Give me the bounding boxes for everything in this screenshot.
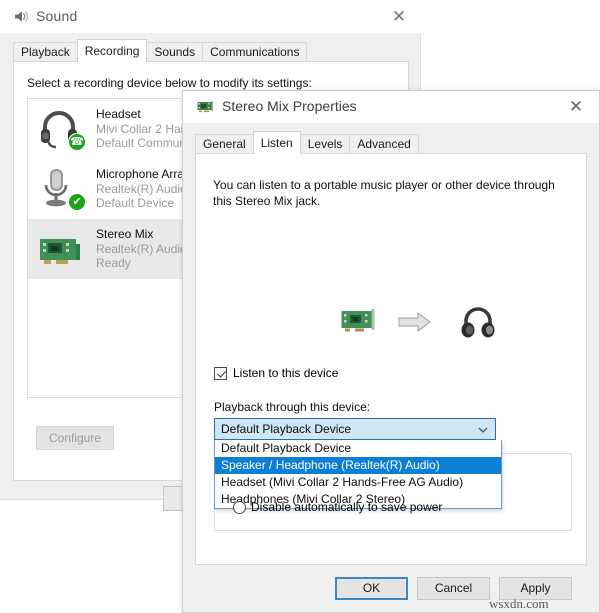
device-name: Microphone Array bbox=[96, 167, 191, 182]
panel-instruction-label: Select a recording device below to modif… bbox=[27, 76, 312, 90]
dropdown-option-speaker-headphone[interactable]: Speaker / Headphone (Realtek(R) Audio) bbox=[215, 457, 501, 474]
watermark: wsxdn.com bbox=[489, 596, 549, 611]
device-info: Stereo Mix Realtek(R) Audio Ready bbox=[96, 227, 187, 271]
tab-playback[interactable]: Playback bbox=[13, 42, 78, 62]
speaker-icon bbox=[12, 8, 29, 25]
disable-automatically-radio[interactable]: Disable automatically to save power bbox=[233, 500, 442, 514]
device-info: Microphone Array Realtek(R) Audio Defaul… bbox=[96, 167, 190, 211]
signal-flow-graphic bbox=[213, 299, 571, 349]
tab-sounds[interactable]: Sounds bbox=[146, 42, 204, 62]
tab-listen[interactable]: Listen bbox=[252, 131, 301, 154]
cancel-button[interactable]: Cancel bbox=[417, 577, 490, 600]
radio-button[interactable] bbox=[233, 500, 246, 514]
device-name: Stereo Mix bbox=[96, 227, 154, 242]
microphone-icon: ✔ bbox=[36, 165, 90, 213]
sound-window-title: Sound bbox=[36, 8, 78, 24]
default-device-badge: ✔ bbox=[68, 193, 86, 211]
listen-to-this-device-checkbox[interactable]: Listen to this device bbox=[214, 366, 338, 380]
close-icon[interactable]: ✕ bbox=[561, 95, 591, 119]
tab-recording[interactable]: Recording bbox=[76, 39, 148, 62]
dropdown-option-default[interactable]: Default Playback Device bbox=[215, 440, 501, 457]
sound-card-icon bbox=[197, 100, 214, 114]
listen-tab-panel: You can listen to a portable music playe… bbox=[195, 153, 587, 565]
device-detail: Realtek(R) Audio bbox=[96, 181, 187, 196]
checkbox-label: Listen to this device bbox=[233, 366, 339, 380]
checkbox-box[interactable] bbox=[214, 366, 227, 380]
configure-button[interactable]: Configure bbox=[36, 426, 114, 450]
close-icon[interactable]: ✕ bbox=[384, 5, 414, 29]
default-communication-badge: ☎ bbox=[68, 133, 86, 151]
device-detail: Realtek(R) Audio bbox=[96, 241, 187, 256]
tab-levels[interactable]: Levels bbox=[299, 134, 351, 154]
headset-icon: ☎ bbox=[36, 105, 90, 153]
right-arrow-icon bbox=[398, 311, 432, 333]
sound-card-icon bbox=[36, 225, 90, 273]
headphones-icon bbox=[458, 302, 498, 342]
tab-advanced[interactable]: Advanced bbox=[349, 134, 419, 154]
sound-title-bar: Sound ✕ bbox=[0, 0, 421, 33]
stereo-mix-properties-dialog: Stereo Mix Properties ✕ General Listen L… bbox=[182, 90, 600, 613]
sound-tab-strip: Playback Recording Sounds Communications bbox=[13, 39, 308, 62]
combobox-selected-value: Default Playback Device bbox=[221, 422, 352, 436]
chevron-down-icon[interactable] bbox=[478, 424, 488, 434]
tab-general[interactable]: General bbox=[195, 134, 254, 154]
playback-through-device-label: Playback through this device: bbox=[214, 400, 371, 414]
playback-device-combobox[interactable]: Default Playback Device bbox=[214, 418, 496, 440]
sound-card-icon bbox=[341, 307, 377, 337]
properties-title-bar: Stereo Mix Properties ✕ bbox=[183, 91, 599, 123]
device-status: Ready bbox=[96, 256, 131, 271]
properties-dialog-title: Stereo Mix Properties bbox=[222, 98, 357, 114]
dropdown-option-headset[interactable]: Headset (Mivi Collar 2 Hands-Free AG Aud… bbox=[215, 474, 501, 491]
listen-description: You can listen to a portable music playe… bbox=[213, 178, 555, 208]
properties-tab-strip: General Listen Levels Advanced bbox=[195, 131, 419, 154]
tab-communications[interactable]: Communications bbox=[202, 42, 308, 62]
device-status: Default Device bbox=[96, 196, 175, 211]
radio-label: Disable automatically to save power bbox=[251, 500, 443, 514]
ok-button[interactable]: OK bbox=[335, 577, 408, 600]
playback-device-dropdown-list[interactable]: Default Playback Device Speaker / Headph… bbox=[214, 440, 502, 509]
